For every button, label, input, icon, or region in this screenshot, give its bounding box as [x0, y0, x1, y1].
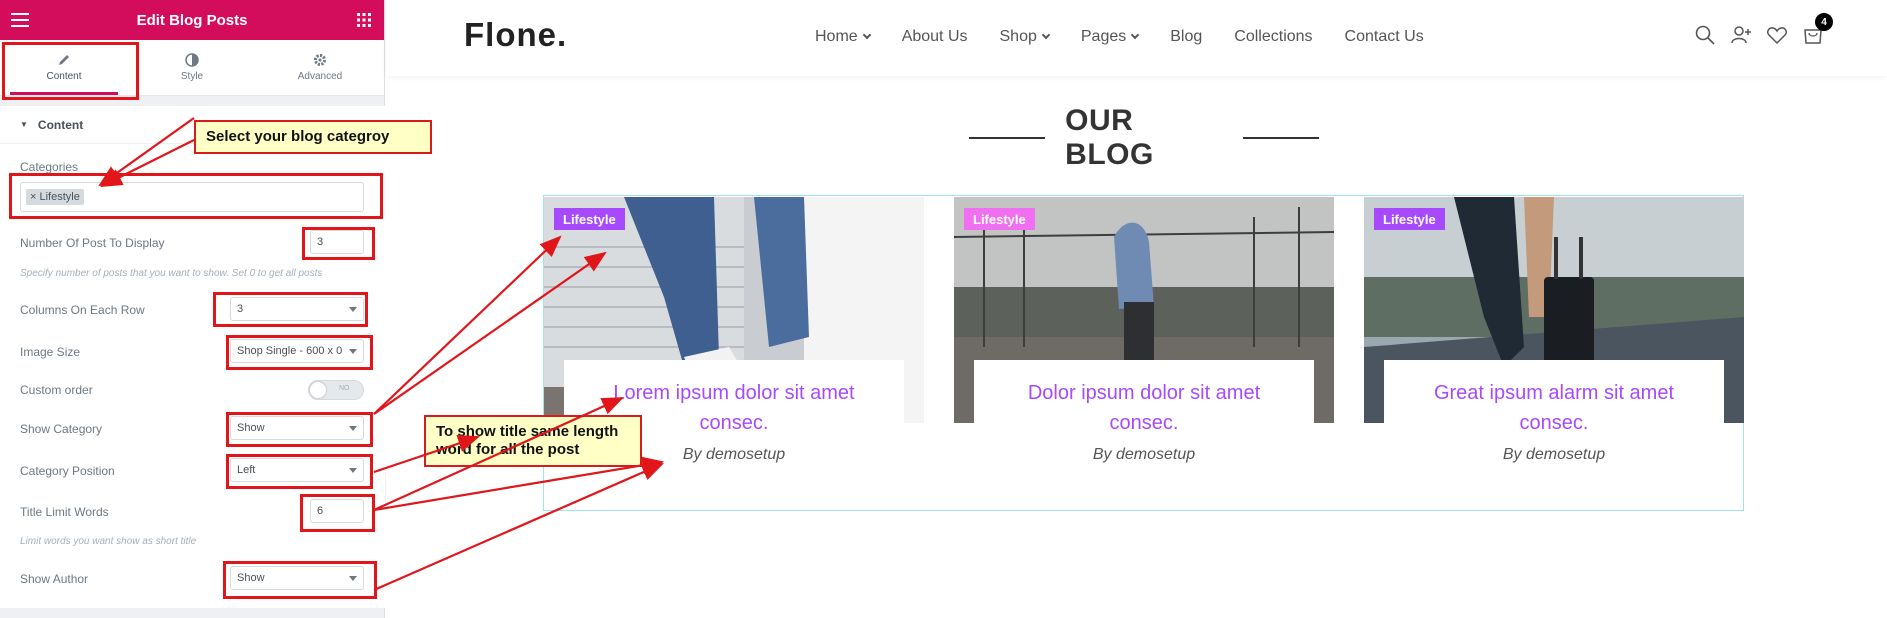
post-category-badge[interactable]: Lifestyle: [964, 208, 1035, 230]
menu-item-home[interactable]: Home: [815, 28, 871, 46]
tab-advanced[interactable]: Advanced: [256, 40, 384, 95]
post-author: By demosetup: [1092, 446, 1196, 463]
chevron-down-icon: [349, 468, 357, 473]
site-logo[interactable]: Flone.: [464, 16, 567, 54]
header-icons: 4: [1694, 13, 1833, 46]
title-limit-description: Limit words you want show as short title: [20, 536, 197, 547]
section-title: Content: [37, 117, 84, 132]
chevron-down-icon: [349, 307, 357, 312]
cart-icon[interactable]: 4: [1802, 13, 1833, 46]
categories-select[interactable]: × Lifestyle: [20, 182, 364, 212]
num-posts-label: Number Of Post To Display: [20, 236, 165, 250]
num-posts-input[interactable]: 3: [310, 230, 364, 254]
columns-label: Columns On Each Row: [20, 303, 145, 317]
panel-tabs: Content Style Advanced: [0, 40, 384, 96]
post-category-badge[interactable]: Lifestyle: [1374, 208, 1445, 230]
user-add-icon[interactable]: [1730, 24, 1752, 46]
post-title[interactable]: Dolor ipsum dolor sit amet consec.: [974, 378, 1314, 438]
blog-post-card[interactable]: Lifestyle Great ipsum alarm sit amet con…: [1364, 197, 1744, 510]
menu-item-label: Shop: [999, 28, 1037, 45]
panel-title: Edit Blog Posts: [136, 11, 248, 29]
category-chip-label: Lifestyle: [39, 191, 80, 203]
panel-controls: ▼ Content Categories × Lifestyle Number …: [0, 106, 385, 608]
gear-icon: [314, 54, 326, 66]
caret-down-icon: ▼: [20, 120, 28, 129]
category-position-select[interactable]: Left: [230, 458, 364, 482]
search-icon[interactable]: [1694, 24, 1716, 46]
category-chip[interactable]: × Lifestyle: [26, 189, 84, 205]
toggle-knob: [310, 382, 326, 398]
tab-style-label: Style: [180, 71, 204, 82]
menu-item-label: Pages: [1080, 28, 1127, 45]
blog-post-card[interactable]: Lifestyle Dolor ipsum dolor sit amet con…: [954, 197, 1334, 510]
site-preview: Flone. Home About Us Shop Pages Blog Col…: [386, 0, 1887, 618]
chevron-down-icon: [349, 426, 357, 431]
image-size-label: Image Size: [20, 345, 81, 359]
section-title: OUR BLOG: [1065, 104, 1154, 171]
show-author-label: Show Author: [20, 572, 89, 586]
chevron-down-icon: [349, 576, 357, 581]
title-limit-input[interactable]: 6: [310, 499, 364, 523]
pencil-icon: [59, 55, 69, 65]
heading-line-left: [969, 137, 1046, 139]
cart-count-badge: 4: [1815, 13, 1833, 31]
menu-item-label: About Us: [901, 28, 968, 45]
show-author-select[interactable]: Show: [230, 566, 364, 590]
menu-item-label: Collections: [1234, 28, 1313, 45]
post-author: By demosetup: [1502, 446, 1606, 463]
annotation-callout-category: Select your blog categroy: [194, 120, 432, 154]
widgets-grid-icon[interactable]: [344, 0, 384, 40]
hamburger-menu-icon[interactable]: [0, 0, 40, 40]
menu-item-pages[interactable]: Pages: [1080, 28, 1140, 46]
tab-style[interactable]: Style: [128, 40, 256, 95]
columns-value: 3: [237, 303, 244, 315]
show-category-select[interactable]: Show: [230, 416, 364, 440]
post-content: Dolor ipsum dolor sit amet consec. By de…: [974, 360, 1314, 510]
chevron-down-icon: [1131, 30, 1140, 40]
category-position-label: Category Position: [20, 464, 115, 478]
menu-item-about[interactable]: About Us: [902, 28, 968, 46]
menu-item-label: Blog: [1170, 28, 1203, 45]
heart-icon[interactable]: [1766, 24, 1788, 46]
title-limit-label: Title Limit Words: [20, 505, 109, 519]
post-content: Great ipsum alarm sit amet consec. By de…: [1384, 360, 1724, 510]
menu-item-label: Home: [815, 28, 858, 45]
columns-select[interactable]: 3: [230, 297, 364, 321]
main-menu: Home About Us Shop Pages Blog Collection…: [815, 28, 1424, 46]
elementor-panel: Edit Blog Posts Content Style Advanced ▼…: [0, 0, 385, 618]
chevron-down-icon: [349, 349, 357, 354]
tab-content-label: Content: [46, 71, 82, 82]
menu-item-collections[interactable]: Collections: [1234, 28, 1312, 46]
custom-order-toggle[interactable]: NO: [308, 380, 364, 400]
categories-label: Categories: [20, 160, 79, 174]
blog-posts-widget[interactable]: Lifestyle Lorem ipsum dolor sit amet con…: [543, 195, 1744, 511]
menu-item-label: Contact Us: [1344, 28, 1424, 45]
image-size-value: Shop Single - 600 x 0: [237, 345, 343, 357]
show-author-value: Show: [237, 572, 265, 584]
panel-header: Edit Blog Posts: [0, 0, 384, 40]
tab-advanced-label: Advanced: [297, 71, 343, 82]
post-title[interactable]: Great ipsum alarm sit amet consec.: [1384, 378, 1724, 438]
heading-line-right: [1242, 137, 1320, 139]
chevron-down-icon: [862, 30, 871, 40]
post-category-badge[interactable]: Lifestyle: [554, 208, 625, 230]
site-header: Flone. Home About Us Shop Pages Blog Col…: [386, 0, 1887, 76]
tab-content[interactable]: Content: [0, 40, 128, 95]
menu-item-blog[interactable]: Blog: [1170, 28, 1202, 46]
section-heading: OUR BLOG: [969, 104, 1320, 172]
show-category-label: Show Category: [20, 422, 103, 436]
annotation-callout-title: To show title same length word for all t…: [424, 415, 642, 467]
category-position-value: Left: [237, 464, 256, 476]
chevron-down-icon: [1041, 30, 1051, 40]
custom-order-label: Custom order: [20, 383, 93, 397]
menu-item-shop[interactable]: Shop: [999, 28, 1051, 46]
contrast-icon: [185, 53, 199, 67]
num-posts-description: Specify number of posts that you want to…: [20, 268, 323, 279]
show-category-value: Show: [237, 422, 265, 434]
menu-item-contact[interactable]: Contact Us: [1345, 28, 1424, 46]
toggle-state: NO: [339, 385, 350, 392]
image-size-select[interactable]: Shop Single - 600 x 0: [230, 339, 364, 363]
